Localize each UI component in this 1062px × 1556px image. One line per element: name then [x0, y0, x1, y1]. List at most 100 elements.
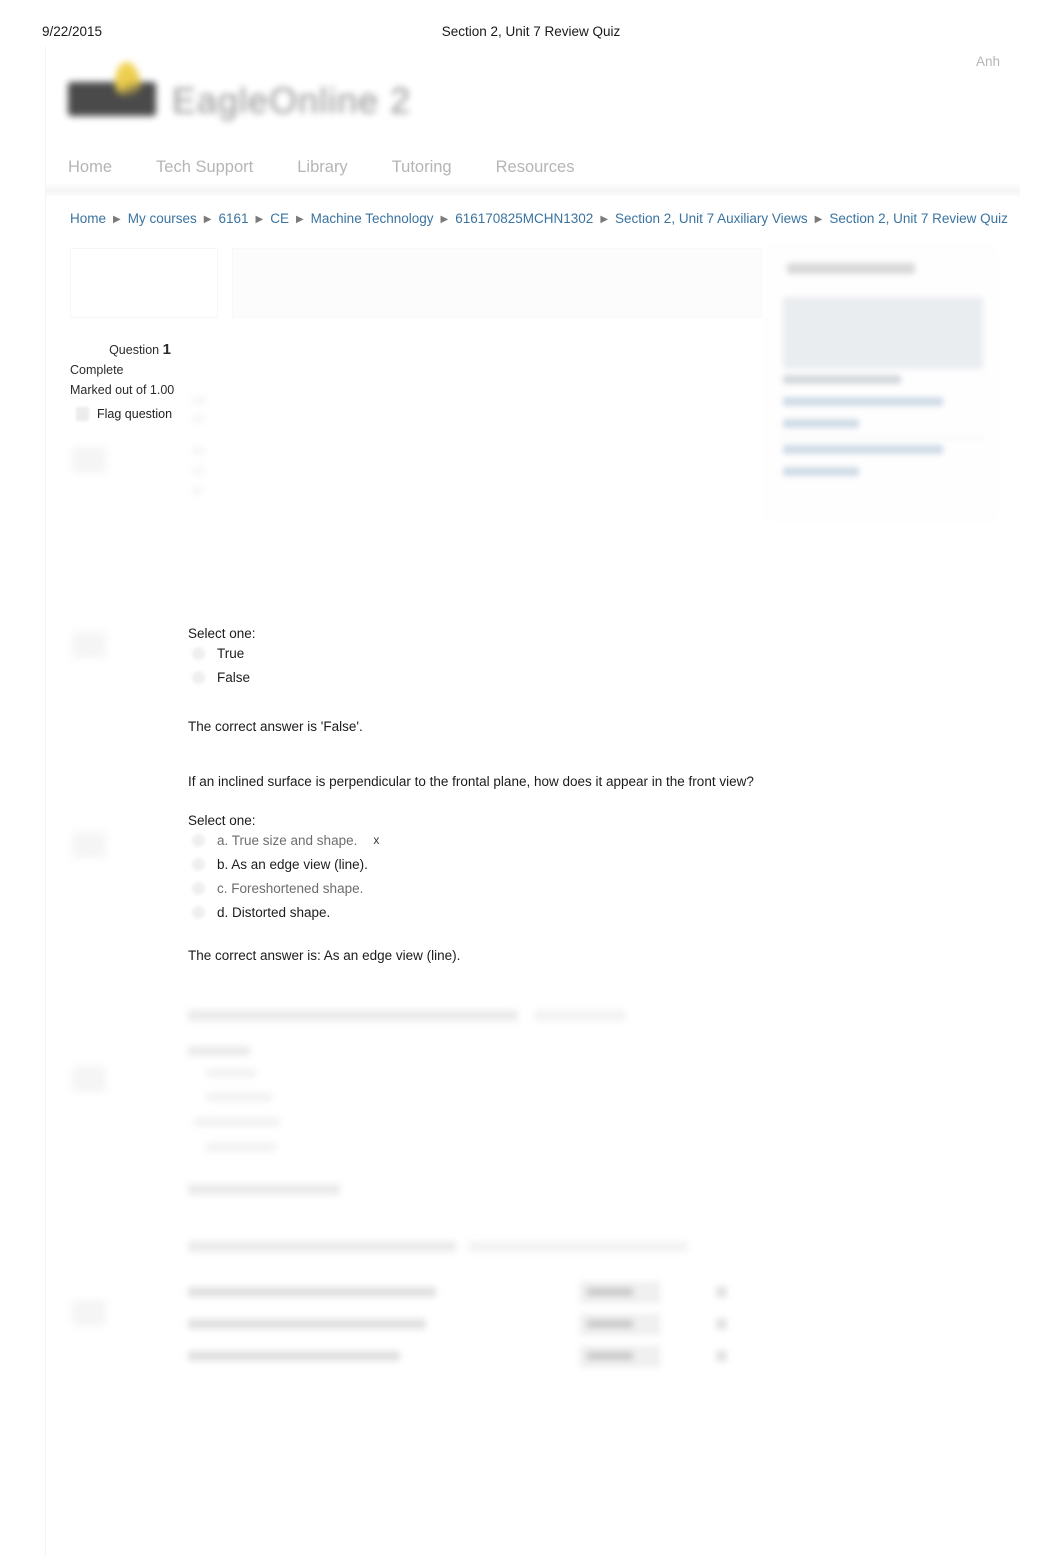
- answer-option[interactable]: b. As an edge view (line).: [188, 852, 888, 876]
- question-stem: If an inclined surface is perpendicular …: [188, 774, 754, 789]
- matching-prompt: [188, 1319, 426, 1329]
- answer-option-label: c. Foreshortened shape.: [217, 880, 364, 896]
- sidebar-link-placeholder[interactable]: [783, 445, 943, 454]
- breadcrumb-item[interactable]: Home: [70, 211, 106, 226]
- question-state: Complete: [70, 363, 124, 377]
- question-block: Select one: True False The correct answer…: [188, 626, 888, 734]
- answer-option-label: True: [217, 645, 245, 661]
- table-row: [188, 1278, 733, 1310]
- answer-option[interactable]: False: [188, 665, 888, 689]
- answer-option-marker: x: [373, 833, 380, 847]
- breadcrumb-item[interactable]: Section 2, Unit 7 Auxiliary Views: [615, 211, 808, 226]
- radio-button[interactable]: [192, 833, 205, 847]
- nav-item-tech-support[interactable]: Tech Support: [156, 158, 297, 177]
- answer-option-label: d. Distorted shape.: [217, 904, 331, 920]
- answer-option[interactable]: c. Foreshortened shape.: [188, 876, 888, 900]
- answer-option-label: a. True size and shape.: [217, 832, 358, 848]
- answer-option-list: a. True size and shape. x b. As an edge vi…: [188, 828, 888, 924]
- question-info-panel: Question 1 Complete Marked out of 1.00 F…: [70, 340, 210, 424]
- answer-option-label: b. As an edge view (line).: [217, 856, 368, 872]
- question-marks: Marked out of 1.00: [70, 383, 175, 397]
- nav-item-library[interactable]: Library: [297, 158, 391, 177]
- breadcrumb-item[interactable]: Machine Technology: [311, 211, 434, 226]
- obscured-question-stem: [188, 1010, 518, 1021]
- obscured-text-fragment: [192, 396, 206, 405]
- question-number-line: Question 1: [70, 340, 210, 360]
- question-gutter-marker: [72, 1066, 106, 1092]
- obscured-question-stem: [468, 1241, 688, 1252]
- logo-wordmark: EagleOnline 2: [172, 80, 412, 121]
- obscured-text-fragment: [192, 486, 203, 495]
- breadcrumb-item[interactable]: 6161: [218, 211, 248, 226]
- radio-button[interactable]: [192, 857, 205, 871]
- question-number: 1: [162, 341, 171, 358]
- obscured-text-fragment: [192, 414, 204, 423]
- matching-select[interactable]: [580, 1282, 660, 1303]
- radio-button[interactable]: [192, 670, 205, 684]
- print-header: 9/22/2015 Section 2, Unit 7 Review Quiz: [0, 24, 1062, 42]
- correct-answer-feedback: The correct answer is: As an edge view (…: [188, 948, 461, 963]
- user-menu-label[interactable]: Anh: [976, 54, 1000, 69]
- flag-question-label: Flag question: [97, 407, 173, 421]
- question-gutter-marker: [72, 632, 106, 658]
- breadcrumb-separator-icon: ▶: [295, 214, 304, 225]
- sidebar-link-placeholder[interactable]: [783, 419, 859, 428]
- site-logo[interactable]: EagleOnline 2: [68, 58, 438, 126]
- table-row: [188, 1310, 733, 1342]
- logo-mark-icon: [68, 82, 156, 116]
- nav-item-home[interactable]: Home: [68, 158, 156, 177]
- matching-answer-table[interactable]: [188, 1278, 733, 1374]
- matching-select-value: [587, 1320, 633, 1328]
- matching-select[interactable]: [580, 1314, 660, 1335]
- obscured-option: [206, 1092, 272, 1102]
- radio-button[interactable]: [192, 905, 205, 919]
- breadcrumb-item[interactable]: Section 2, Unit 7 Review Quiz: [829, 211, 1008, 226]
- breadcrumb-separator-icon: ▶: [814, 214, 823, 225]
- matching-result-icon: [716, 1350, 727, 1362]
- question-gutter-marker: [72, 1300, 106, 1326]
- obscured-select-prompt: [188, 1046, 250, 1056]
- select-one-prompt: Select one:: [188, 813, 256, 828]
- obscured-question-stem: [534, 1010, 626, 1021]
- answer-option[interactable]: a. True size and shape. x: [188, 828, 888, 852]
- matching-select-value: [587, 1288, 633, 1296]
- table-row: [188, 1342, 733, 1374]
- sidebar-question-grid-placeholder[interactable]: [783, 297, 983, 369]
- sidebar-link-placeholder[interactable]: [783, 467, 859, 476]
- obscured-text-fragment: [192, 446, 205, 455]
- breadcrumb-item[interactable]: CE: [270, 211, 289, 226]
- matching-result-icon: [716, 1286, 727, 1298]
- breadcrumb-item[interactable]: My courses: [128, 211, 197, 226]
- flag-question-button[interactable]: Flag question: [70, 404, 210, 424]
- sidebar-divider: [781, 437, 985, 438]
- sidebar-link-placeholder[interactable]: [783, 397, 943, 406]
- select-one-prompt: Select one:: [188, 626, 256, 641]
- answer-option[interactable]: d. Distorted shape.: [188, 900, 888, 924]
- breadcrumb-separator-icon: ▶: [440, 214, 449, 225]
- radio-button[interactable]: [192, 646, 205, 660]
- sidebar-heading-placeholder: [787, 263, 915, 274]
- radio-button[interactable]: [192, 881, 205, 895]
- obscured-question-stem: [188, 1241, 456, 1252]
- breadcrumb-separator-icon: ▶: [255, 214, 264, 225]
- question-gutter-marker: [72, 832, 106, 858]
- quiz-header-info-panel: [232, 248, 762, 318]
- obscured-option: [194, 1117, 280, 1127]
- quiz-navigation-sidebar[interactable]: [768, 248, 996, 518]
- breadcrumb-separator-icon: ▶: [600, 214, 609, 225]
- obscured-option: [206, 1142, 276, 1152]
- matching-select-value: [587, 1352, 633, 1360]
- nav-item-resources[interactable]: Resources: [496, 158, 619, 177]
- obscured-feedback: [188, 1184, 340, 1195]
- answer-option-label: False: [217, 669, 251, 685]
- matching-select[interactable]: [580, 1346, 660, 1367]
- matching-prompt: [188, 1351, 400, 1361]
- print-page-title: Section 2, Unit 7 Review Quiz: [441, 24, 621, 39]
- breadcrumb-item[interactable]: 616170825MCHN1302: [455, 211, 593, 226]
- answer-option[interactable]: True: [188, 641, 888, 665]
- sidebar-text-row: [783, 375, 901, 384]
- matching-result-icon: [716, 1318, 727, 1330]
- question-block: If an inclined surface is perpendicular …: [188, 772, 888, 963]
- nav-item-tutoring[interactable]: Tutoring: [392, 158, 496, 177]
- matching-prompt: [188, 1287, 436, 1297]
